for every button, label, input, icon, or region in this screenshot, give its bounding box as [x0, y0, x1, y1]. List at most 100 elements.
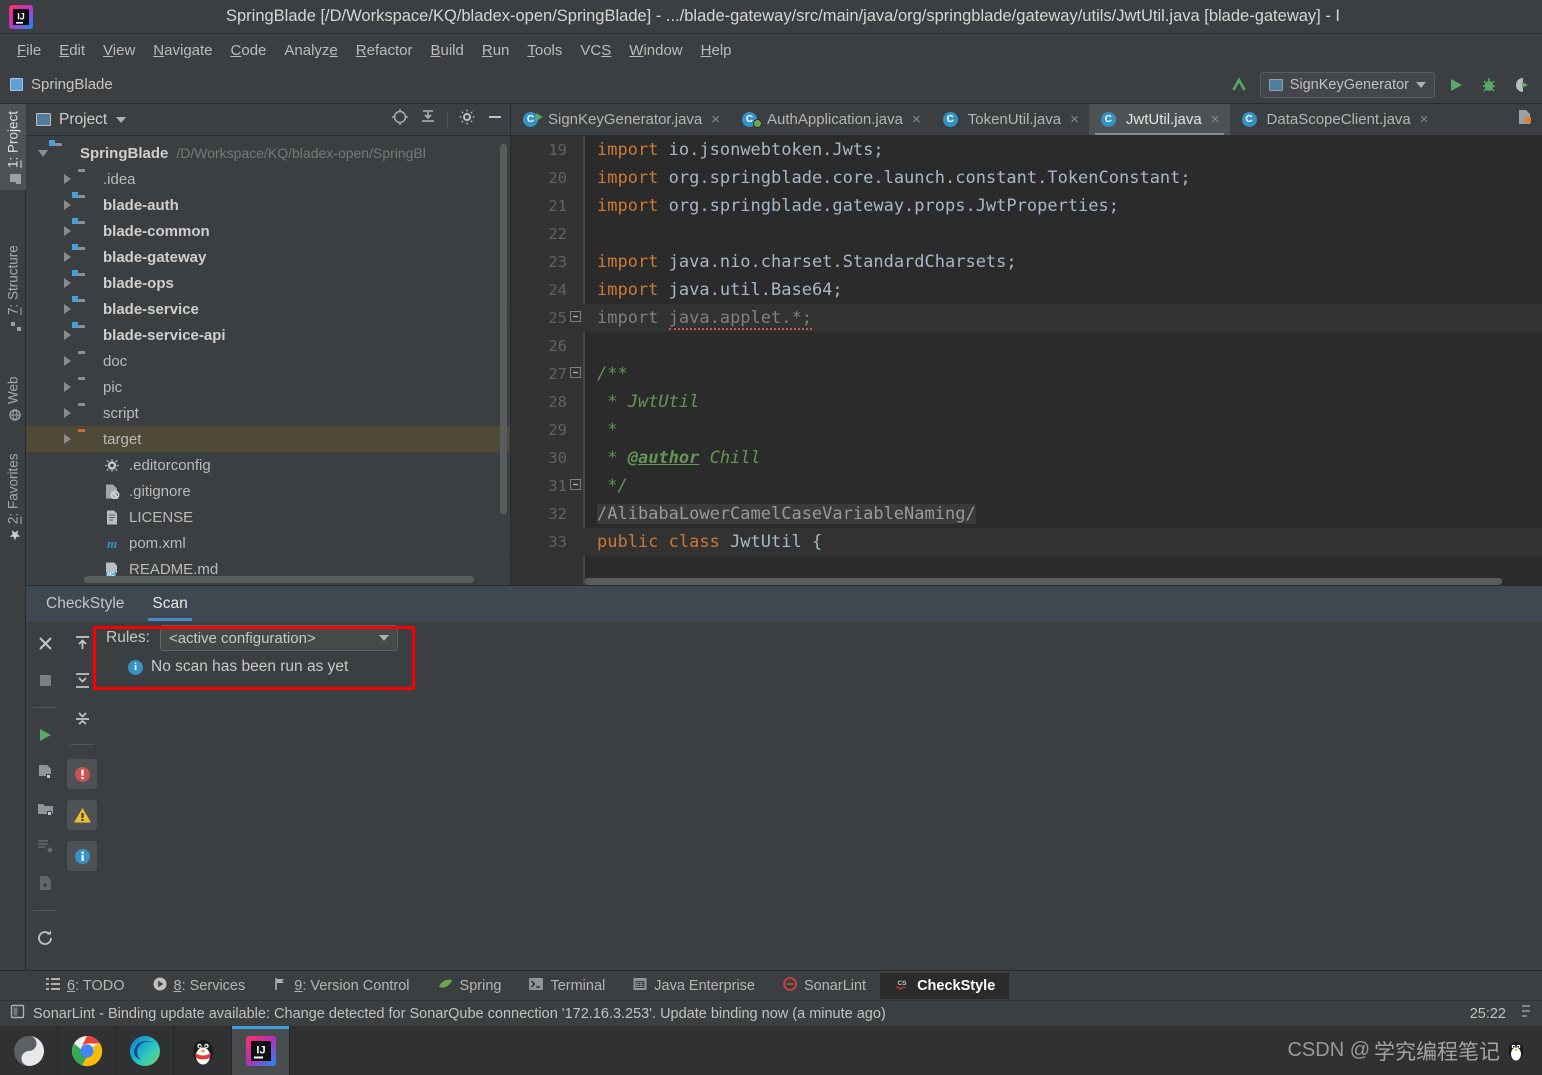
editor-tab[interactable]: C DataScopeClient.java ×	[1230, 104, 1439, 135]
project-tree-row[interactable]: blade-service	[26, 296, 510, 322]
project-tree-row[interactable]: target	[26, 426, 510, 452]
tree-arrow-collapsed-icon[interactable]	[64, 356, 71, 366]
close-icon[interactable]: ×	[709, 112, 720, 127]
scan-module-icon[interactable]	[32, 796, 58, 822]
run-icon[interactable]	[1444, 73, 1468, 97]
message-icon[interactable]	[10, 1004, 25, 1024]
tree-arrow-collapsed-icon[interactable]	[64, 174, 71, 184]
sidebar-item-structure[interactable]: 7: Structure	[0, 229, 26, 337]
line-separator-icon[interactable]	[1520, 1004, 1532, 1023]
sidebar-item-project[interactable]: 1: Project	[0, 104, 26, 190]
collapse-all-icon[interactable]	[419, 108, 437, 131]
code-line[interactable]: 23 import java.nio.charset.StandardCharse…	[511, 248, 1542, 276]
menu-edit[interactable]: Edit	[50, 39, 94, 62]
code-line[interactable]: 19 import io.jsonwebtoken.Jwts;	[511, 136, 1542, 164]
taskbar-app-edge[interactable]	[116, 1026, 174, 1075]
tree-arrow-collapsed-icon[interactable]	[64, 434, 71, 444]
code-line[interactable]: 26	[511, 332, 1542, 360]
tab-scan[interactable]: Scan	[140, 589, 199, 621]
debug-icon[interactable]	[1477, 73, 1501, 97]
project-tree-row[interactable]: blade-auth	[26, 192, 510, 218]
settings-gear-icon[interactable]	[458, 108, 476, 131]
taskbar-app-qq[interactable]	[174, 1026, 232, 1075]
editor-tab[interactable]: C AuthApplication.java ×	[730, 104, 931, 135]
taskbar-app-chrome[interactable]	[58, 1026, 116, 1075]
hide-icon[interactable]	[486, 108, 504, 131]
close-icon[interactable]	[32, 630, 58, 656]
status-message[interactable]: SonarLint - Binding update available: Ch…	[33, 1006, 886, 1022]
collapse-all-icon[interactable]	[69, 667, 95, 693]
menu-window[interactable]: Window	[620, 39, 691, 62]
tree-arrow-collapsed-icon[interactable]	[64, 278, 71, 288]
code-fold-icon[interactable]	[567, 479, 583, 493]
scan-file-icon[interactable]	[32, 759, 58, 785]
project-tree-horizontal-scrollbar[interactable]	[84, 576, 474, 583]
toolwindow-todo[interactable]: 6: TODO	[32, 973, 139, 999]
project-tree-row[interactable]: .editorconfig	[26, 452, 510, 478]
project-tree-row[interactable]: .idea	[26, 166, 510, 192]
tree-arrow-collapsed-icon[interactable]	[64, 252, 71, 262]
tree-arrow-collapsed-icon[interactable]	[64, 304, 71, 314]
sidebar-item-web[interactable]: Web	[0, 356, 26, 426]
close-icon[interactable]: ×	[910, 112, 921, 127]
project-tree-row[interactable]: pic	[26, 374, 510, 400]
collapse-icon[interactable]	[69, 704, 95, 730]
code-line[interactable]: 31 */	[511, 472, 1542, 500]
toolwindow-sonarlint[interactable]: SonarLint	[769, 973, 880, 999]
tree-arrow-collapsed-icon[interactable]	[64, 226, 71, 236]
tree-arrow-collapsed-icon[interactable]	[64, 382, 71, 392]
editor-horizontal-scrollbar[interactable]	[585, 578, 1502, 585]
run-icon[interactable]	[32, 722, 58, 748]
close-icon[interactable]: ×	[1209, 112, 1220, 127]
tree-arrow-collapsed-icon[interactable]	[64, 408, 71, 418]
project-tree-row[interactable]: doc	[26, 348, 510, 374]
tab-checkstyle[interactable]: CheckStyle	[34, 589, 136, 619]
code-fold-icon[interactable]	[567, 367, 583, 381]
caret-position[interactable]: 25:22	[1470, 1006, 1506, 1022]
project-tree-row[interactable]: blade-gateway	[26, 244, 510, 270]
editor-tab[interactable]: C SignKeyGenerator.java ×	[511, 104, 730, 135]
tree-arrow-collapsed-icon[interactable]	[64, 200, 71, 210]
project-tree-vertical-scrollbar[interactable]	[500, 144, 507, 514]
project-tree-row[interactable]: SpringBlade/D/Workspace/KQ/bladex-open/S…	[26, 140, 510, 166]
menu-analyze[interactable]: Analyze	[275, 39, 346, 62]
code-line[interactable]: 27 /**	[511, 360, 1542, 388]
close-icon[interactable]: ×	[1418, 112, 1429, 127]
project-tree-row[interactable]: script	[26, 400, 510, 426]
project-tree-row[interactable]: blade-ops	[26, 270, 510, 296]
editor-tab[interactable]: C JwtUtil.java ×	[1088, 104, 1230, 135]
project-tree-row[interactable]: .gitignore	[26, 478, 510, 504]
toolwindow-java-enterprise[interactable]: EE Java Enterprise	[619, 973, 769, 999]
taskbar-app-intellij[interactable]: IJ	[232, 1026, 290, 1075]
project-tree-row[interactable]: blade-common	[26, 218, 510, 244]
editor-tab[interactable]: C TokenUtil.java ×	[931, 104, 1089, 135]
info-filter-icon[interactable]	[67, 841, 97, 871]
warning-filter-icon[interactable]	[67, 800, 97, 830]
toolwindow-services[interactable]: 8: Services	[139, 973, 260, 999]
chevron-down-icon[interactable]	[116, 116, 127, 123]
error-filter-icon[interactable]	[67, 759, 97, 789]
taskbar-app-yinyang[interactable]	[0, 1026, 58, 1075]
back-arrow-icon[interactable]	[1227, 73, 1251, 97]
code-line[interactable]: 33 public class JwtUtil {	[511, 528, 1542, 556]
code-line[interactable]: 30 * @author Chill	[511, 444, 1542, 472]
code-line[interactable]: 20 import org.springblade.core.launch.con…	[511, 164, 1542, 192]
menu-view[interactable]: View	[94, 39, 144, 62]
project-tree-row[interactable]: LICENSE	[26, 504, 510, 530]
toolwindow-version-control[interactable]: 9: Version Control	[259, 973, 423, 999]
code-line[interactable]: 29 *	[511, 416, 1542, 444]
close-icon[interactable]: ×	[1068, 112, 1079, 127]
code-line[interactable]: 21 import org.springblade.gateway.props.J…	[511, 192, 1542, 220]
code-line[interactable]: 28 * JwtUtil	[511, 388, 1542, 416]
menu-build[interactable]: Build	[421, 39, 472, 62]
run-configuration-selector[interactable]: SignKeyGenerator	[1259, 71, 1435, 98]
menu-refactor[interactable]: Refactor	[347, 39, 422, 62]
menu-vcs[interactable]: VCS	[571, 39, 620, 62]
project-tree-row[interactable]: blade-service-api	[26, 322, 510, 348]
expand-all-icon[interactable]	[69, 630, 95, 656]
stop-icon[interactable]	[32, 667, 58, 693]
refresh-icon[interactable]	[32, 925, 58, 951]
toolwindow-checkstyle[interactable]: CS CheckStyle	[880, 972, 1010, 999]
locate-icon[interactable]	[391, 108, 409, 131]
menu-help[interactable]: Help	[692, 39, 741, 62]
